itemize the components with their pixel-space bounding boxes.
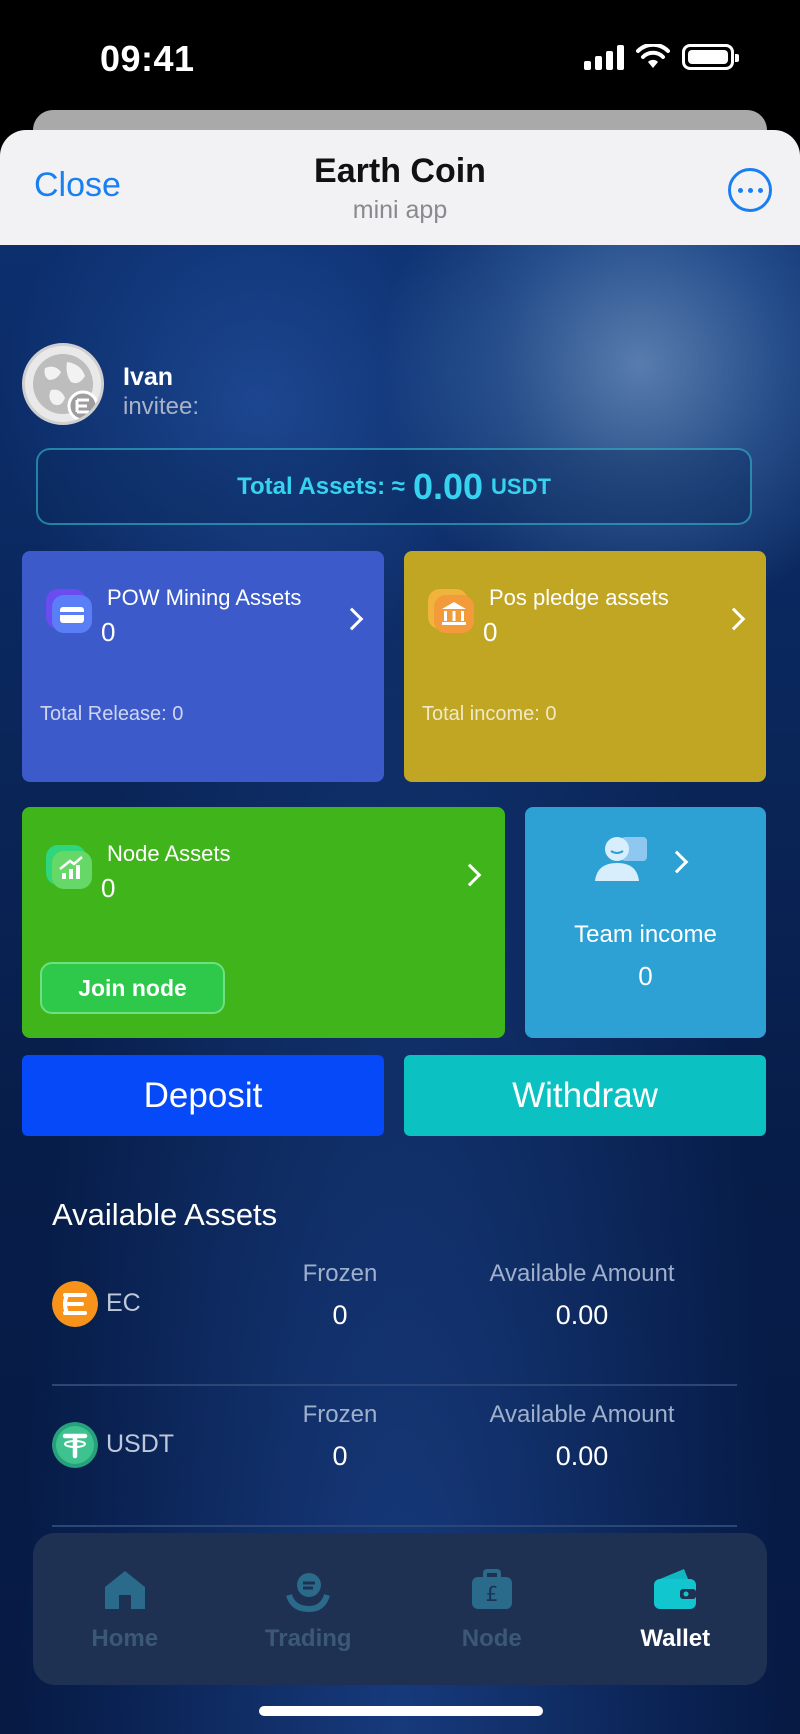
withdraw-button[interactable]: Withdraw xyxy=(404,1055,766,1136)
user-name: Ivan xyxy=(123,363,174,391)
nav-trading[interactable]: Trading xyxy=(217,1533,401,1685)
wifi-icon xyxy=(636,44,670,68)
frozen-value: 0 xyxy=(332,1300,348,1330)
home-icon xyxy=(104,1571,145,1609)
nav-home[interactable]: Home xyxy=(33,1533,217,1685)
total-assets-value: 0.00 xyxy=(412,465,484,507)
nav-label: Node xyxy=(461,1625,522,1652)
available-amount-label: Available Amount xyxy=(489,1401,675,1428)
status-icons xyxy=(584,44,739,70)
card-wallet-icon xyxy=(46,589,92,633)
chevron-right-icon xyxy=(340,607,364,631)
nav-wallet[interactable]: Wallet xyxy=(584,1533,768,1685)
node-title: Node Assets xyxy=(107,841,231,866)
globe-avatar-icon xyxy=(33,354,99,422)
pos-value: 0 xyxy=(483,617,498,647)
chevron-right-icon xyxy=(458,863,482,887)
chart-growth-icon xyxy=(46,845,92,889)
app-subtitle: mini app xyxy=(352,196,448,224)
pow-total-release: Total Release: 0 xyxy=(40,703,184,725)
team-income-value: 0 xyxy=(638,961,653,991)
ec-coin-icon xyxy=(52,1281,98,1327)
status-time: 09:41 xyxy=(100,38,195,79)
frozen-label: Frozen xyxy=(302,1401,378,1428)
battery-icon xyxy=(682,44,739,70)
frozen-value: 0 xyxy=(332,1441,348,1471)
wallet-main: Ivan invitee: Total Assets: ≈ 0.00 USDT … xyxy=(0,245,800,1734)
total-assets-label: Total Assets: ≈ xyxy=(237,472,405,500)
status-bar: 09:41 xyxy=(0,0,800,110)
available-amount-value: 0.00 xyxy=(555,1300,609,1330)
frozen-label: Frozen xyxy=(302,1260,378,1287)
asset-row-usdt[interactable]: USDT Frozen 0 Available Amount 0.00 xyxy=(52,1386,737,1527)
team-income-card[interactable]: Team income 0 xyxy=(525,807,766,1038)
pow-value: 0 xyxy=(101,617,116,647)
deposit-button[interactable]: Deposit xyxy=(22,1055,384,1136)
join-node-button[interactable]: Join node xyxy=(40,962,225,1014)
available-amount-value: 0.00 xyxy=(555,1441,609,1471)
nav-label: Wallet xyxy=(640,1625,711,1652)
app-title: Earth Coin xyxy=(314,152,486,190)
usdt-coin-icon xyxy=(52,1422,98,1468)
nav-node[interactable]: £ Node xyxy=(400,1533,584,1685)
node-icon: £ xyxy=(471,1569,512,1609)
pos-total-income: Total income: 0 xyxy=(422,703,557,725)
asset-row-ec[interactable]: EC Frozen 0 Available Amount 0.00 xyxy=(52,1245,737,1386)
invitee-info: invitee: xyxy=(123,393,199,421)
total-assets-unit: USDT xyxy=(491,473,551,499)
pow-mining-card[interactable]: POW Mining Assets 0 Total Release: 0 xyxy=(22,551,384,782)
more-options-button[interactable] xyxy=(728,168,772,212)
pow-title: POW Mining Assets xyxy=(107,585,302,610)
home-indicator xyxy=(259,1706,543,1716)
app-header: Close Earth Coin mini app xyxy=(0,130,800,245)
more-dot-icon xyxy=(737,187,743,193)
nav-label: Home xyxy=(91,1625,159,1652)
team-income-title: Team income xyxy=(574,921,717,948)
pos-title: Pos pledge assets xyxy=(489,585,669,610)
team-user-icon xyxy=(595,837,647,881)
svg-text:£: £ xyxy=(485,1582,498,1606)
asset-name: USDT xyxy=(106,1430,175,1458)
node-value: 0 xyxy=(101,873,116,903)
avatar xyxy=(22,343,104,425)
pos-pledge-card[interactable]: Pos pledge assets 0 Total income: 0 xyxy=(404,551,766,782)
nav-label: Trading xyxy=(264,1625,352,1652)
available-amount-label: Available Amount xyxy=(489,1260,675,1287)
chevron-right-icon xyxy=(722,607,746,631)
bank-icon xyxy=(428,589,474,633)
trading-icon xyxy=(286,1573,331,1613)
available-assets-title: Available Assets xyxy=(52,1197,278,1232)
total-assets-box: Total Assets: ≈ 0.00 USDT xyxy=(36,448,752,525)
wallet-icon xyxy=(654,1569,697,1609)
node-assets-card[interactable]: Node Assets 0 Join node xyxy=(22,807,505,1038)
bottom-nav: Home Trading £ Node Wallet xyxy=(33,1533,767,1685)
asset-name: EC xyxy=(106,1289,141,1317)
signal-icon xyxy=(584,44,624,70)
invitee-label: invitee: xyxy=(123,393,200,420)
chevron-right-icon xyxy=(665,850,689,874)
